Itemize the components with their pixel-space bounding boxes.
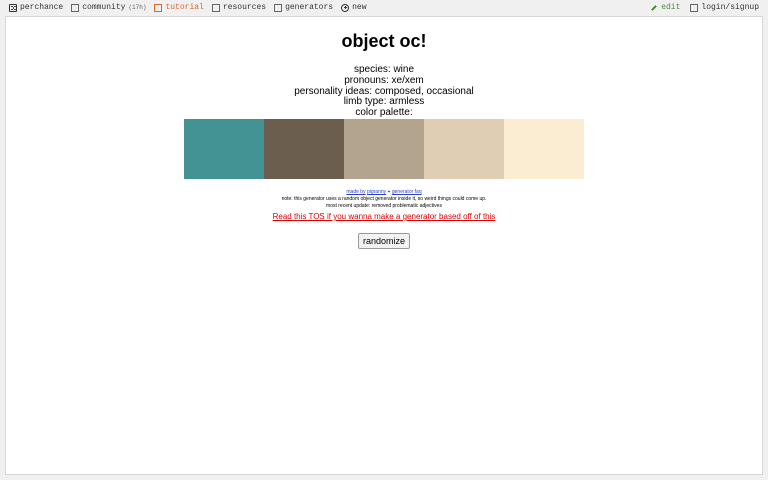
top-nav: perchance community (17h) tutorial resou…: [0, 0, 768, 16]
plus-circle-icon: [341, 3, 350, 12]
page-title: object oc!: [341, 31, 427, 51]
oc-details: species: wine pronouns: xe/xem personali…: [6, 64, 762, 119]
credits-separator: +: [387, 189, 391, 195]
nav-edit-label: edit: [661, 3, 681, 12]
nav-login-label: login/signup: [701, 3, 759, 12]
grid-icon: [274, 3, 283, 12]
nav-generators-label: generators: [285, 3, 334, 12]
palette-swatch-1: [184, 119, 264, 179]
nav-new-label: new: [352, 3, 367, 12]
box-icon: [211, 3, 220, 12]
generator-note: note: this generator uses a random objec…: [281, 196, 487, 202]
update-line: most recent update: removed problematic …: [6, 203, 762, 210]
palette-swatch-4: [424, 119, 504, 179]
nav-tutorial-label: tutorial: [165, 3, 204, 12]
palette-swatch-5: [504, 119, 584, 179]
palette-swatch-3: [344, 119, 424, 179]
community-count: (17h): [128, 4, 147, 11]
nav-left: perchance community (17h) tutorial resou…: [9, 3, 375, 12]
generator-faq-link[interactable]: generator faq: [392, 189, 422, 195]
credits: made by pigranny + generator faq note: t…: [6, 189, 762, 210]
user-icon: [690, 3, 699, 12]
dice-icon: [9, 3, 17, 12]
credits-line: made by pigranny + generator faq: [6, 189, 762, 196]
nav-resources[interactable]: resources: [211, 3, 267, 12]
tos-link[interactable]: Read this TOS if you wanna make a genera…: [273, 212, 496, 221]
nav-community[interactable]: community (17h): [71, 3, 146, 12]
community-icon: [71, 3, 80, 12]
nav-new[interactable]: new: [341, 3, 367, 12]
palette-swatch-2: [264, 119, 344, 179]
pronouns-line: pronouns: xe/xem: [344, 74, 424, 86]
nav-perchance-label: perchance: [20, 3, 64, 12]
book-icon: [154, 3, 163, 12]
pencil-icon: [651, 4, 658, 11]
tos-line: Read this TOS if you wanna make a genera…: [6, 212, 762, 221]
nav-edit[interactable]: edit: [651, 3, 680, 12]
author-link[interactable]: pigranny: [367, 189, 386, 195]
color-palette: [184, 119, 584, 179]
update-text: removed problematic adjectives: [371, 203, 442, 209]
randomize-wrap: randomize: [6, 231, 762, 249]
nav-right: edit login/signup: [641, 3, 759, 12]
nav-tutorial[interactable]: tutorial: [154, 3, 204, 12]
nav-login[interactable]: login/signup: [690, 3, 759, 12]
generator-panel: object oc! species: wine pronouns: xe/xe…: [5, 16, 763, 475]
update-label: most recent update:: [326, 203, 371, 209]
nav-perchance[interactable]: perchance: [9, 3, 63, 12]
nav-resources-label: resources: [222, 3, 267, 12]
nav-generators[interactable]: generators: [274, 3, 333, 12]
made-by-link[interactable]: made by: [346, 189, 365, 195]
color-palette-label: color palette:: [355, 107, 413, 119]
randomize-button[interactable]: randomize: [357, 233, 411, 249]
nav-community-label: community: [82, 3, 126, 12]
